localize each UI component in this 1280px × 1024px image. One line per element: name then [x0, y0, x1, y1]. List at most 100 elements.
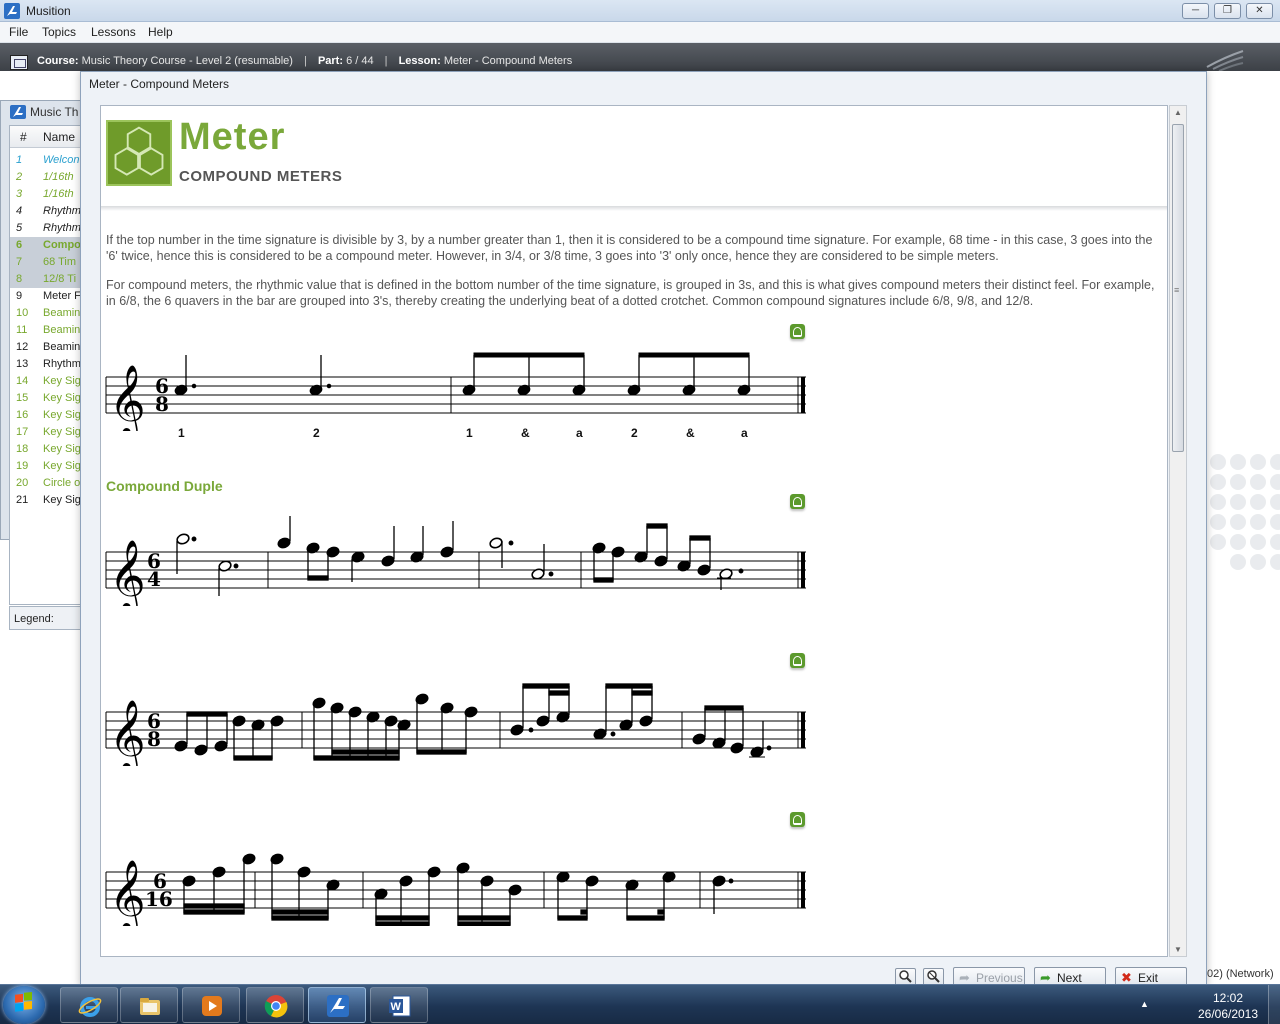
- list-item-name: Key Sig: [43, 409, 81, 421]
- magnifier-icon: [899, 970, 912, 983]
- magnifier-cross-icon: [927, 970, 940, 983]
- list-item[interactable]: 15 Key Sig: [10, 390, 86, 407]
- minimize-button[interactable]: ─: [1182, 3, 1209, 19]
- list-item-name: Rhythm: [43, 358, 81, 370]
- honeycomb-logo-icon: [106, 120, 172, 186]
- list-item[interactable]: 13 Rhythm: [10, 356, 86, 373]
- menu-help[interactable]: Help: [148, 25, 173, 39]
- list-item-name: Circle o: [43, 477, 81, 489]
- menu-file[interactable]: File: [9, 25, 28, 39]
- decorative-dots: [1210, 454, 1280, 570]
- exit-x-icon: ✖: [1121, 970, 1132, 985]
- beat-count-label: 2: [313, 426, 320, 440]
- close-button[interactable]: ✕: [1246, 3, 1273, 19]
- show-hidden-icons-icon[interactable]: ▲: [1140, 999, 1149, 1009]
- taskbar-chrome[interactable]: [246, 987, 304, 1023]
- music-staff-6-4-example: 𝄞 6 4: [105, 516, 806, 606]
- clock-date[interactable]: 26/06/2013: [1190, 1007, 1266, 1021]
- list-item-number: 21: [16, 494, 29, 506]
- list-item-number: 20: [16, 477, 29, 489]
- list-item[interactable]: 18 Key Sig: [10, 441, 86, 458]
- music-staff-6-8-example: 𝄞 6 8: [105, 352, 806, 431]
- scroll-up-icon[interactable]: ▲: [1174, 108, 1182, 117]
- list-item[interactable]: 10 Beamin: [10, 305, 86, 322]
- list-item[interactable]: 20 Circle o: [10, 475, 86, 492]
- play-audio-icon[interactable]: [790, 653, 805, 668]
- list-item[interactable]: 19 Key Sig: [10, 458, 86, 475]
- restore-button[interactable]: ❐: [1214, 3, 1241, 19]
- panel-title: Music Th: [30, 105, 79, 119]
- taskbar-media-player[interactable]: [182, 987, 240, 1023]
- music-staff-6-16-melody: 𝄞 6 16: [105, 853, 806, 926]
- internet-explorer-icon: [78, 997, 102, 1017]
- list-item-number: 11: [16, 324, 28, 336]
- previous-arrow-icon: ➦: [959, 970, 970, 985]
- list-item[interactable]: 6 Compo: [10, 237, 86, 254]
- list-item-name: Beamin: [43, 307, 81, 319]
- list-item-name: Rhythm: [43, 205, 81, 217]
- course-label: Course:: [37, 55, 79, 67]
- network-status: 02) (Network): [1207, 968, 1274, 980]
- column-header-number[interactable]: #: [20, 130, 27, 144]
- taskbar-file-explorer[interactable]: [120, 987, 178, 1023]
- start-button[interactable]: [3, 986, 45, 1024]
- list-item[interactable]: 21 Key Sig: [10, 492, 86, 509]
- beat-count-label: a: [741, 426, 748, 440]
- list-item-number: 6: [16, 239, 23, 251]
- time-signature-bottom: 8: [147, 727, 161, 751]
- play-audio-icon[interactable]: [790, 812, 805, 827]
- course-info: Course: Music Theory Course - Level 2 (r…: [37, 55, 572, 67]
- column-header-name[interactable]: Name: [43, 130, 75, 144]
- list-item[interactable]: 4 Rhythm: [10, 203, 86, 220]
- topic-list: # Name 1 Welcon 2 1/16th 3 1/16th 4 Rhythm 5 Rhyt…: [9, 125, 86, 605]
- taskbar-word[interactable]: W: [370, 987, 428, 1023]
- list-item-number: 7: [16, 256, 23, 268]
- list-item[interactable]: 9 Meter F: [10, 288, 86, 305]
- lesson-content: Meter COMPOUND METERS If the top number …: [100, 105, 1168, 957]
- svg-text:𝄞: 𝄞: [109, 363, 146, 431]
- list-item-name: Beamin: [43, 324, 81, 336]
- menu-topics[interactable]: Topics: [42, 25, 76, 39]
- list-item[interactable]: 1 Welcon: [10, 152, 86, 169]
- menu-lessons[interactable]: Lessons: [91, 25, 136, 39]
- content-scrollbar[interactable]: ▲ ≡ ▼: [1169, 105, 1187, 957]
- chrome-icon: [264, 995, 288, 1018]
- grip-icon: ≡: [1174, 285, 1180, 295]
- taskbar-internet-explorer[interactable]: [60, 987, 118, 1023]
- show-desktop-button[interactable]: [1268, 985, 1280, 1024]
- clock-time[interactable]: 12:02: [1200, 991, 1256, 1005]
- time-signature-bottom: 8: [155, 392, 169, 416]
- taskbar-musition[interactable]: [308, 987, 366, 1023]
- list-item-name: 68 Tim: [43, 256, 77, 268]
- paragraph-compound-definition: If the top number in the time signature …: [106, 233, 1153, 263]
- list-item[interactable]: 5 Rhythm: [10, 220, 86, 237]
- next-label: Next: [1057, 971, 1082, 985]
- list-item-number: 4: [16, 205, 23, 217]
- play-audio-icon[interactable]: [790, 494, 805, 509]
- list-item-name: 1/16th: [43, 171, 74, 183]
- list-item[interactable]: 3 1/16th: [10, 186, 86, 203]
- scroll-down-icon[interactable]: ▼: [1174, 945, 1182, 954]
- list-item-number: 14: [16, 375, 29, 387]
- list-item[interactable]: 8 12/8 Ti: [10, 271, 86, 288]
- list-item[interactable]: 2 1/16th: [10, 169, 86, 186]
- swoosh-decoration-icon: [1206, 50, 1244, 71]
- music-staff-6-8-melody: 𝄞 6 8: [105, 683, 806, 766]
- course-list-icon[interactable]: [10, 55, 28, 70]
- taskbar: W ▲ 12:02 26/06/2013: [0, 984, 1280, 1024]
- list-item-name: Meter F: [43, 290, 81, 302]
- list-item[interactable]: 7 68 Tim: [10, 254, 86, 271]
- scroll-thumb[interactable]: ≡: [1172, 124, 1184, 452]
- list-item[interactable]: 17 Key Sig: [10, 424, 86, 441]
- list-item-name: Key Sig: [43, 494, 81, 506]
- beat-count-label: 1: [178, 426, 185, 440]
- list-item[interactable]: 16 Key Sig: [10, 407, 86, 424]
- exit-label: Exit: [1138, 971, 1159, 985]
- list-item[interactable]: 11 Beamin: [10, 322, 86, 339]
- menu-bar: File Topics Lessons Help: [0, 22, 1280, 43]
- list-item[interactable]: 14 Key Sig: [10, 373, 86, 390]
- list-item[interactable]: 12 Beamin: [10, 339, 86, 356]
- list-item-number: 1: [16, 154, 23, 166]
- musition-logo-icon: [327, 995, 349, 1017]
- course-value: Music Theory Course - Level 2 (resumable…: [81, 55, 293, 67]
